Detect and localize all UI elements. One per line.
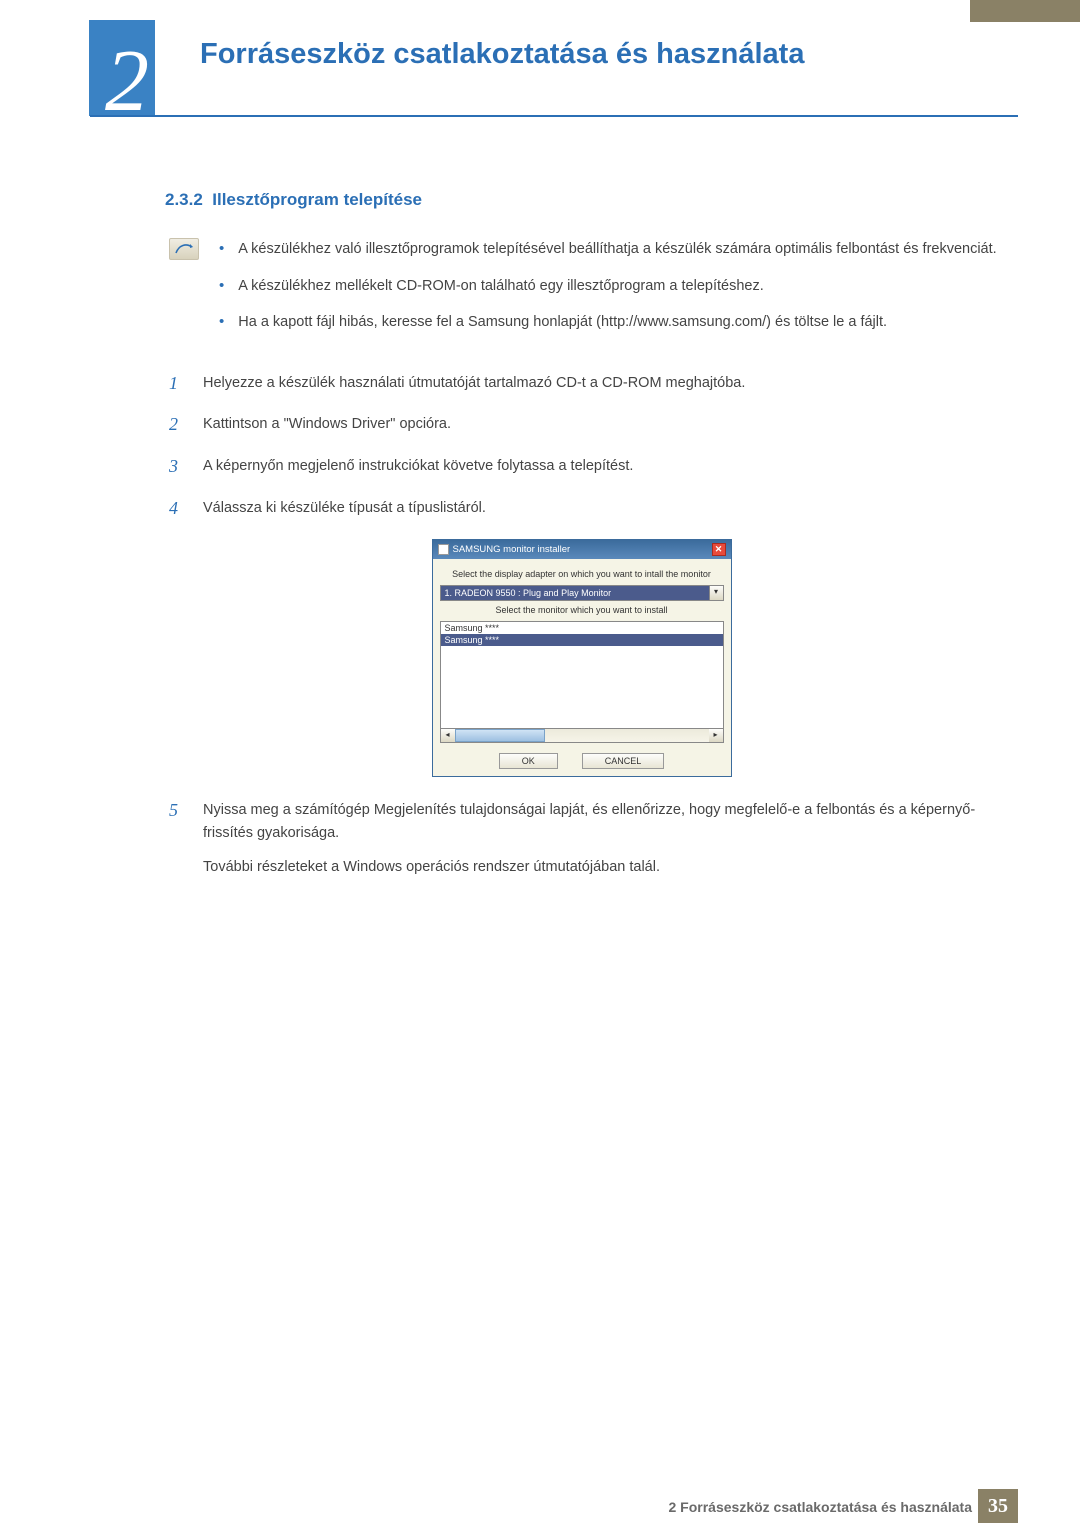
ordered-steps: 1 Helyezze a készülék használati útmutat… xyxy=(169,372,998,526)
step-text-extra: További részleteket a Windows operációs … xyxy=(203,856,998,878)
cancel-button[interactable]: CANCEL xyxy=(582,753,665,769)
scroll-right-icon[interactable]: ▸ xyxy=(709,729,723,742)
installer-body: Select the display adapter on which you … xyxy=(433,559,731,776)
step-5: 5 Nyissa meg a számítógép Megjelenítés t… xyxy=(169,799,998,878)
bullet-icon: • xyxy=(219,275,224,298)
section-title: Illesztőprogram telepítése xyxy=(212,190,422,209)
step-4: 4 Válassza ki készüléke típusát a típusl… xyxy=(169,497,998,525)
note-item: • A készülékhez mellékelt CD-ROM-on talá… xyxy=(219,275,998,298)
step-text: Helyezze a készülék használati útmutatój… xyxy=(203,372,745,400)
step-number: 4 xyxy=(169,495,187,523)
page-footer: 2 Forráseszköz csatlakoztatása és haszná… xyxy=(0,1487,1080,1527)
step-number: 2 xyxy=(169,411,187,439)
step-3: 3 A képernyőn megjelenő instrukciókat kö… xyxy=(169,455,998,483)
adapter-select[interactable]: 1. RADEON 9550 : Plug and Play Monitor xyxy=(440,585,710,601)
ok-button[interactable]: OK xyxy=(499,753,558,769)
note-text: A készülékhez való illesztőprogramok tel… xyxy=(238,238,996,261)
installer-screenshot: SAMSUNG monitor installer ✕ Select the d… xyxy=(165,539,998,777)
window-icon xyxy=(438,544,449,555)
installer-window: SAMSUNG monitor installer ✕ Select the d… xyxy=(432,539,732,777)
installer-titlebar: SAMSUNG monitor installer ✕ xyxy=(433,540,731,559)
note-item: • A készülékhez való illesztőprogramok t… xyxy=(219,238,998,261)
bullet-icon: • xyxy=(219,311,224,334)
header-rule xyxy=(90,115,1018,117)
page-header: 2 Forráseszköz csatlakoztatása és haszná… xyxy=(0,0,1080,140)
installer-button-row: OK CANCEL xyxy=(440,753,724,769)
footer-page-number: 35 xyxy=(978,1489,1018,1523)
installer-title-text: SAMSUNG monitor installer xyxy=(453,544,571,555)
chapter-number: 2 xyxy=(105,38,149,126)
monitor-list-item[interactable]: Samsung **** xyxy=(441,622,723,634)
note-list: • A készülékhez való illesztőprogramok t… xyxy=(219,238,998,348)
step-1: 1 Helyezze a készülék használati útmutat… xyxy=(169,372,998,400)
note-icon xyxy=(169,238,199,260)
installer-instruction-2: Select the monitor which you want to ins… xyxy=(440,605,724,615)
note-block: • A készülékhez való illesztőprogramok t… xyxy=(169,238,998,348)
scroll-left-icon[interactable]: ◂ xyxy=(441,729,455,742)
step-text: Nyissa meg a számítógép Megjelenítés tul… xyxy=(203,799,998,844)
dropdown-arrow-icon[interactable]: ▾ xyxy=(710,585,724,601)
section-heading: 2.3.2 Illesztőprogram telepítése xyxy=(165,190,998,210)
decorative-stripe xyxy=(970,0,1080,22)
close-icon[interactable]: ✕ xyxy=(712,543,726,556)
step-2: 2 Kattintson a "Windows Driver" opcióra. xyxy=(169,413,998,441)
note-text: Ha a kapott fájl hibás, keresse fel a Sa… xyxy=(238,311,887,334)
chapter-number-box: 2 xyxy=(89,20,155,116)
section-number: 2.3.2 xyxy=(165,190,203,209)
monitor-list-item-selected[interactable]: Samsung **** xyxy=(441,634,723,646)
horizontal-scrollbar[interactable]: ◂ ▸ xyxy=(440,729,724,743)
step-number: 3 xyxy=(169,453,187,481)
installer-instruction-1: Select the display adapter on which you … xyxy=(440,569,724,579)
step-text: Válassza ki készüléke típusát a típuslis… xyxy=(203,497,486,525)
footer-chapter-label: 2 Forráseszköz csatlakoztatása és haszná… xyxy=(669,1499,973,1515)
ordered-steps-continued: 5 Nyissa meg a számítógép Megjelenítés t… xyxy=(169,799,998,878)
adapter-select-row: 1. RADEON 9550 : Plug and Play Monitor ▾ xyxy=(440,585,724,601)
bullet-icon: • xyxy=(219,238,224,261)
note-item: • Ha a kapott fájl hibás, keresse fel a … xyxy=(219,311,998,334)
content-area: 2.3.2 Illesztőprogram telepítése • A kés… xyxy=(165,190,998,892)
step-number: 5 xyxy=(169,797,187,876)
step-text: A képernyőn megjelenő instrukciókat köve… xyxy=(203,455,633,483)
scroll-thumb[interactable] xyxy=(455,729,545,742)
monitor-list[interactable]: Samsung **** Samsung **** xyxy=(440,621,724,729)
note-text: A készülékhez mellékelt CD-ROM-on találh… xyxy=(238,275,763,298)
chapter-title: Forráseszköz csatlakoztatása és használa… xyxy=(200,38,804,71)
scroll-track[interactable] xyxy=(455,729,709,742)
step-text-group: Nyissa meg a számítógép Megjelenítés tul… xyxy=(203,799,998,878)
step-number: 1 xyxy=(169,370,187,398)
step-text: Kattintson a "Windows Driver" opcióra. xyxy=(203,413,451,441)
